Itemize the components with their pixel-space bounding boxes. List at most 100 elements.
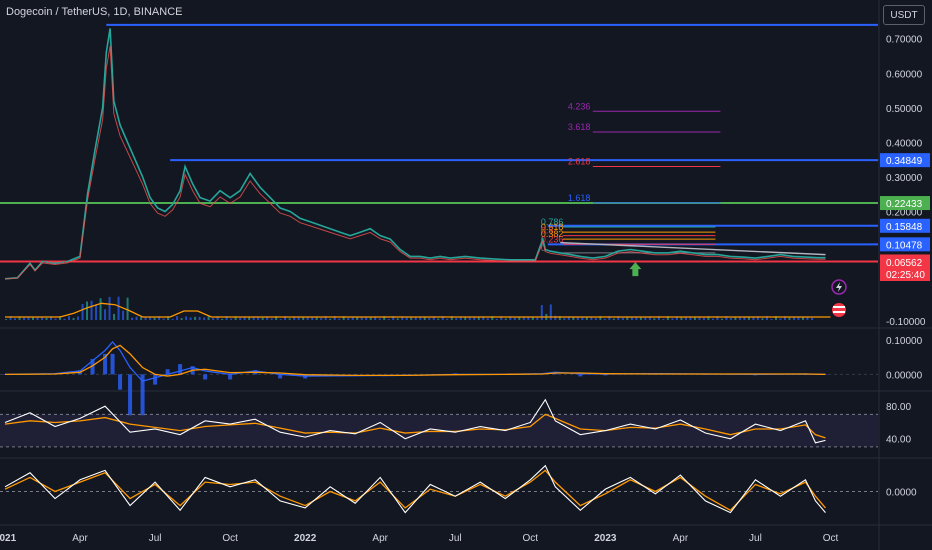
time-axis-label: Jul bbox=[449, 533, 462, 544]
volume-ma-line bbox=[5, 302, 831, 318]
macd-axis-label: 0.10000 bbox=[886, 336, 923, 347]
volume-bar bbox=[644, 317, 647, 320]
volume-bar bbox=[207, 316, 210, 320]
price-axis-label: 0.30000 bbox=[886, 173, 923, 184]
volume-bar bbox=[117, 296, 120, 320]
volume-bar bbox=[104, 309, 107, 320]
volume-bar bbox=[23, 317, 26, 320]
volume-bar bbox=[572, 317, 575, 320]
rsi-axis-label: 80.00 bbox=[886, 402, 911, 413]
currency-button[interactable]: USDT bbox=[883, 5, 925, 25]
time-axis-label: Apr bbox=[372, 533, 388, 544]
volume-bar bbox=[239, 317, 242, 320]
time-axis-label: 2022 bbox=[294, 533, 317, 544]
macd-signal-line bbox=[4, 344, 826, 377]
fib-label: 4.236 bbox=[568, 101, 591, 111]
volume-bar bbox=[81, 304, 84, 320]
macd-histogram-bar bbox=[203, 374, 208, 380]
volume-bar bbox=[68, 316, 71, 320]
volume-bar bbox=[320, 317, 323, 320]
level-price-tag: 0.10478 bbox=[886, 240, 923, 251]
volume-bar bbox=[180, 318, 183, 320]
volume-bar bbox=[86, 301, 89, 320]
volume-bar bbox=[693, 317, 696, 320]
volume-bar bbox=[230, 318, 233, 320]
volume-bar bbox=[356, 317, 359, 320]
volume-bar bbox=[428, 317, 431, 320]
volume-bar bbox=[549, 304, 552, 320]
volume-bar bbox=[446, 318, 449, 320]
volume-bar bbox=[126, 297, 129, 320]
volume-bar bbox=[162, 318, 165, 320]
volume-bar bbox=[621, 317, 624, 320]
level-price-tag: 0.22433 bbox=[886, 199, 923, 210]
volume-bar bbox=[113, 313, 116, 320]
volume-bar bbox=[612, 318, 615, 320]
volume-bar bbox=[153, 317, 156, 320]
osc-orange-line bbox=[4, 469, 826, 512]
volume-bar bbox=[99, 298, 102, 320]
volume-bar bbox=[513, 317, 516, 320]
volume-bar bbox=[108, 296, 111, 320]
osc-axis-label: 0.0000 bbox=[886, 488, 917, 499]
volume-bar bbox=[194, 316, 197, 320]
volume-bar bbox=[495, 318, 498, 320]
volume-bar bbox=[810, 317, 813, 320]
volume-bar bbox=[135, 316, 138, 320]
price-axis-label: 0.40000 bbox=[886, 138, 923, 149]
level-price-tag: 0.15848 bbox=[886, 222, 923, 233]
volume-bar bbox=[54, 318, 57, 320]
rsi-axis-label: 40.00 bbox=[886, 435, 911, 446]
volume-bar bbox=[297, 317, 300, 320]
volume-bar bbox=[95, 305, 98, 320]
time-axis-label: 2021 bbox=[0, 533, 17, 544]
symbol-title: Dogecoin / TetherUS, 1D, BINANCE bbox=[6, 6, 183, 18]
macd-histogram-bar bbox=[110, 353, 115, 375]
volume-bar bbox=[90, 300, 93, 320]
volume-bar bbox=[329, 318, 332, 320]
chart-canvas[interactable]: 4.2363.6182.6181.6180.7860.6180.50.3820.… bbox=[0, 0, 932, 550]
volume-bar bbox=[405, 317, 408, 320]
volume-bar bbox=[45, 317, 48, 320]
volume-bar bbox=[720, 318, 723, 320]
volume-bar bbox=[212, 318, 215, 320]
volume-bar bbox=[455, 318, 458, 320]
volume-bar bbox=[702, 317, 705, 320]
volume-bar bbox=[279, 319, 282, 320]
volume-bar bbox=[603, 318, 606, 320]
volume-axis-label: -0.10000 bbox=[886, 317, 926, 328]
volume-bar bbox=[72, 318, 75, 320]
volume-bar bbox=[680, 317, 683, 320]
us-flag-icon bbox=[832, 303, 846, 317]
volume-bar bbox=[761, 318, 764, 320]
macd-histogram-bar bbox=[118, 374, 123, 390]
time-axis-label: Apr bbox=[72, 533, 88, 544]
volume-bar bbox=[504, 318, 507, 320]
osc-white-line bbox=[4, 464, 826, 514]
time-axis-label: Jul bbox=[749, 533, 762, 544]
us-flag-stripe bbox=[833, 306, 845, 308]
volume-bar bbox=[176, 316, 179, 320]
volume-bar bbox=[77, 316, 80, 320]
fib-label: 3.618 bbox=[568, 122, 591, 132]
current-price-label: 0.06562 bbox=[886, 258, 923, 269]
volume-bar bbox=[185, 316, 188, 320]
macd-histogram-bar bbox=[578, 374, 583, 377]
volume-bar bbox=[738, 317, 741, 320]
volume-bar bbox=[437, 318, 440, 320]
level-price-tag: 0.34849 bbox=[886, 156, 923, 167]
volume-bar bbox=[203, 317, 206, 320]
volume-bar bbox=[14, 318, 17, 320]
macd-histogram-bar bbox=[228, 374, 233, 380]
price-axis-label: 0.60000 bbox=[886, 69, 923, 80]
us-flag-stripe bbox=[833, 311, 845, 313]
volume-bar bbox=[36, 317, 39, 320]
macd-histogram-bar bbox=[178, 364, 183, 375]
volume-bar bbox=[752, 317, 755, 320]
volume-bar bbox=[189, 317, 192, 320]
volume-bar bbox=[464, 317, 467, 320]
volume-bar bbox=[270, 318, 273, 320]
volume-bar bbox=[131, 317, 134, 320]
time-axis-label: Apr bbox=[673, 533, 689, 544]
time-axis-label: Oct bbox=[523, 533, 539, 544]
